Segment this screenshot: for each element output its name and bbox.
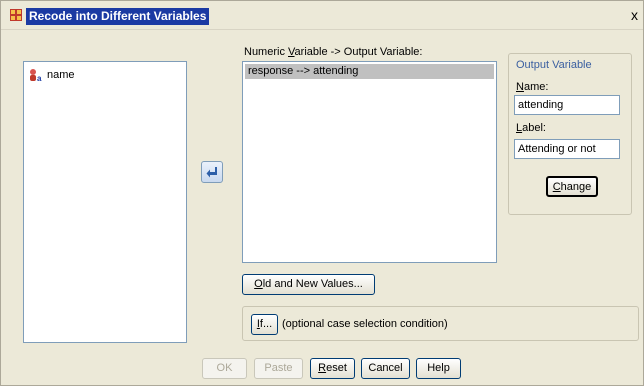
old-new-values-button[interactable]: Old and New Values...	[242, 274, 375, 295]
paste-button[interactable]: Paste	[254, 358, 303, 379]
old-new-mnemonic: O	[254, 278, 263, 290]
ok-button[interactable]: OK	[202, 358, 247, 379]
reset-mnemonic: R	[318, 362, 327, 374]
old-new-rest: ld and New Values...	[262, 278, 363, 290]
move-arrow-button[interactable]	[201, 161, 223, 183]
name-field[interactable]: attending	[514, 95, 620, 115]
label-label-rest: abel:	[522, 122, 546, 134]
arrow-left-icon	[206, 167, 217, 178]
help-button[interactable]: Help	[416, 358, 461, 379]
title-bar[interactable]: Recode into Different Variables x	[1, 1, 643, 30]
close-button[interactable]: x	[631, 7, 638, 23]
list-item[interactable]: response --> attending	[245, 64, 494, 79]
window-title: Recode into Different Variables	[26, 8, 210, 25]
string-variable-icon: a	[30, 69, 42, 82]
numeric-label-prefix: Numeric	[244, 46, 289, 58]
source-variable-list[interactable]: a name	[23, 61, 187, 343]
grid-app-icon	[10, 9, 22, 21]
change-label-rest: hange	[560, 181, 592, 193]
if-button[interactable]: If...	[251, 314, 278, 335]
name-label-rest: ame:	[523, 81, 549, 93]
output-variable-title: Output Variable	[516, 59, 592, 71]
list-item-label: response --> attending	[248, 65, 359, 77]
recode-dialog: Recode into Different Variables x a name…	[0, 0, 644, 386]
list-item[interactable]: a name	[28, 67, 75, 83]
reset-button[interactable]: Reset	[310, 358, 355, 379]
change-button[interactable]: Change	[546, 176, 598, 197]
label-field-label: Label:	[516, 122, 546, 134]
numeric-label-suffix: ariable -> Output Variable:	[294, 46, 423, 58]
numeric-output-label: Numeric Variable -> Output Variable:	[244, 46, 422, 58]
numeric-output-list[interactable]: response --> attending	[242, 61, 497, 263]
change-label-mnemonic: C	[552, 181, 561, 193]
list-item-label: name	[47, 69, 75, 81]
if-rest: f...	[259, 318, 273, 330]
name-field-label: Name:	[516, 81, 548, 93]
svg-text:a: a	[37, 74, 42, 82]
label-field[interactable]: Attending or not	[514, 139, 620, 159]
reset-rest: eset	[326, 362, 347, 374]
cancel-button[interactable]: Cancel	[361, 358, 410, 379]
if-condition-text: (optional case selection condition)	[282, 318, 448, 330]
name-label-mnemonic: N	[516, 81, 524, 93]
